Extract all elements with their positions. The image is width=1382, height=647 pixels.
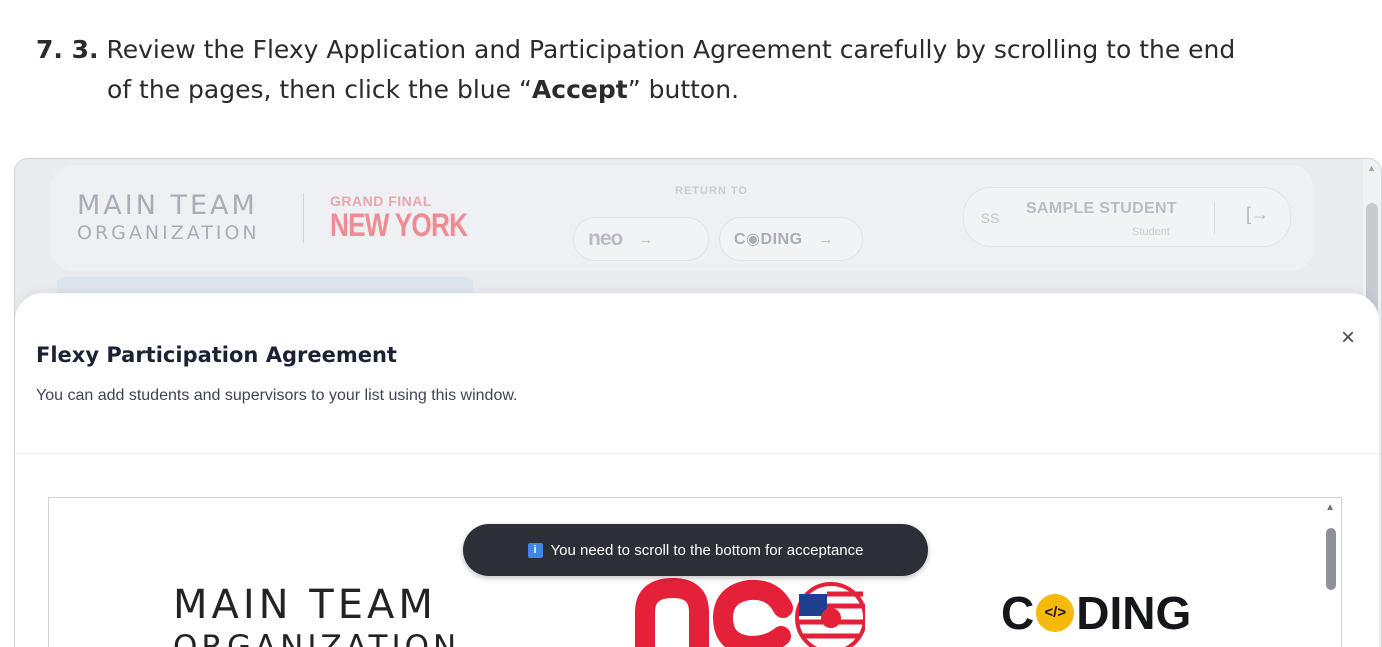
code-badge-icon: </> [1036,594,1075,632]
app-header: MAIN TEAM ORGANIZATION GRAND FINAL NEW Y… [51,165,1313,271]
instruction-line-1: Review the Flexy Application and Partici… [106,35,1236,64]
return-neo-link[interactable]: neo → [573,217,709,261]
neo-logo-icon: neo [588,227,623,250]
modal-subtitle: You can add students and supervisors to … [36,387,518,404]
user-menu[interactable]: SS SAMPLE STUDENT Student [→ [963,187,1291,247]
agreement-modal: Flexy Participation Agreement You can ad… [15,293,1379,647]
close-button[interactable]: × [1333,323,1363,353]
instruction-line-2: of the pages, then click the blue “Accep… [107,75,740,104]
return-coding-link[interactable]: C◉DING → [719,217,863,261]
document-coding-logo: C </> DING [1001,587,1192,639]
document-scrollbar-thumb[interactable] [1326,528,1336,590]
document-main-team-logo: MAIN TEAM ORGANIZATION [173,582,461,647]
scroll-up-icon[interactable]: ▲ [1325,502,1335,513]
logout-icon[interactable]: [→ [1246,204,1269,225]
coding-logo-icon: C◉DING [734,231,803,248]
instruction-text: 7. 3. Review the Flexy Application and P… [36,30,1356,110]
scroll-up-icon[interactable]: ▲ [1367,163,1376,173]
scroll-required-toast: i You need to scroll to the bottom for a… [463,524,928,576]
modal-title: Flexy Participation Agreement [36,343,397,367]
user-name: SAMPLE STUDENT [1026,200,1177,217]
neo-logo-icon [635,577,865,647]
return-to-label: RETURN TO [675,185,748,197]
avatar: SS [980,210,1000,226]
event-logo: GRAND FINAL NEW YORK [330,193,468,243]
modal-divider [15,453,1379,454]
step-number: 7. 3. [36,35,99,64]
info-icon: i [527,542,543,558]
arrow-right-icon: → [638,230,654,248]
user-divider [1214,202,1215,234]
app-screenshot: MAIN TEAM ORGANIZATION GRAND FINAL NEW Y… [14,158,1382,647]
main-team-logo[interactable]: MAIN TEAM ORGANIZATION [77,191,260,245]
toast-message: You need to scroll to the bottom for acc… [550,541,864,559]
arrow-right-icon: → [818,230,834,248]
accept-keyword: Accept [531,75,628,104]
user-role: Student [1132,226,1170,238]
logo-divider [303,193,304,243]
